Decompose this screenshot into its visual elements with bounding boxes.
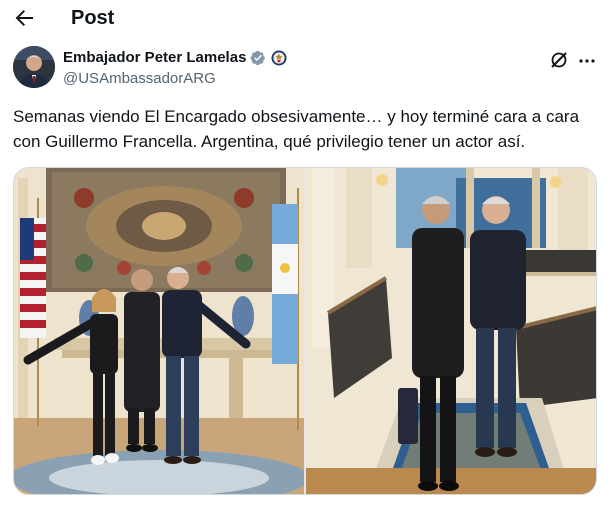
- grok-icon[interactable]: [549, 50, 569, 70]
- photo-1[interactable]: [14, 168, 304, 494]
- arrow-left-icon: [15, 10, 33, 26]
- verified-badge-icon: [251, 50, 266, 66]
- more-icon[interactable]: [578, 52, 596, 70]
- author-handle[interactable]: @USAmbassadorARG: [63, 69, 216, 89]
- avatar[interactable]: [13, 46, 55, 88]
- post-text: Semanas viendo El Encargado obsesivament…: [13, 107, 580, 151]
- post-author: Embajador Peter Lamelas @USAmbassadorARG: [0, 44, 610, 92]
- media-grid: [13, 167, 597, 495]
- photo-2[interactable]: [306, 168, 596, 494]
- author-name[interactable]: Embajador Peter Lamelas: [63, 48, 246, 68]
- us-seal-icon: [271, 50, 287, 66]
- author-name-row: Embajador Peter Lamelas: [63, 48, 287, 68]
- page-title: Post: [71, 7, 115, 29]
- top-bar: Post: [0, 0, 610, 36]
- back-button[interactable]: [12, 6, 36, 30]
